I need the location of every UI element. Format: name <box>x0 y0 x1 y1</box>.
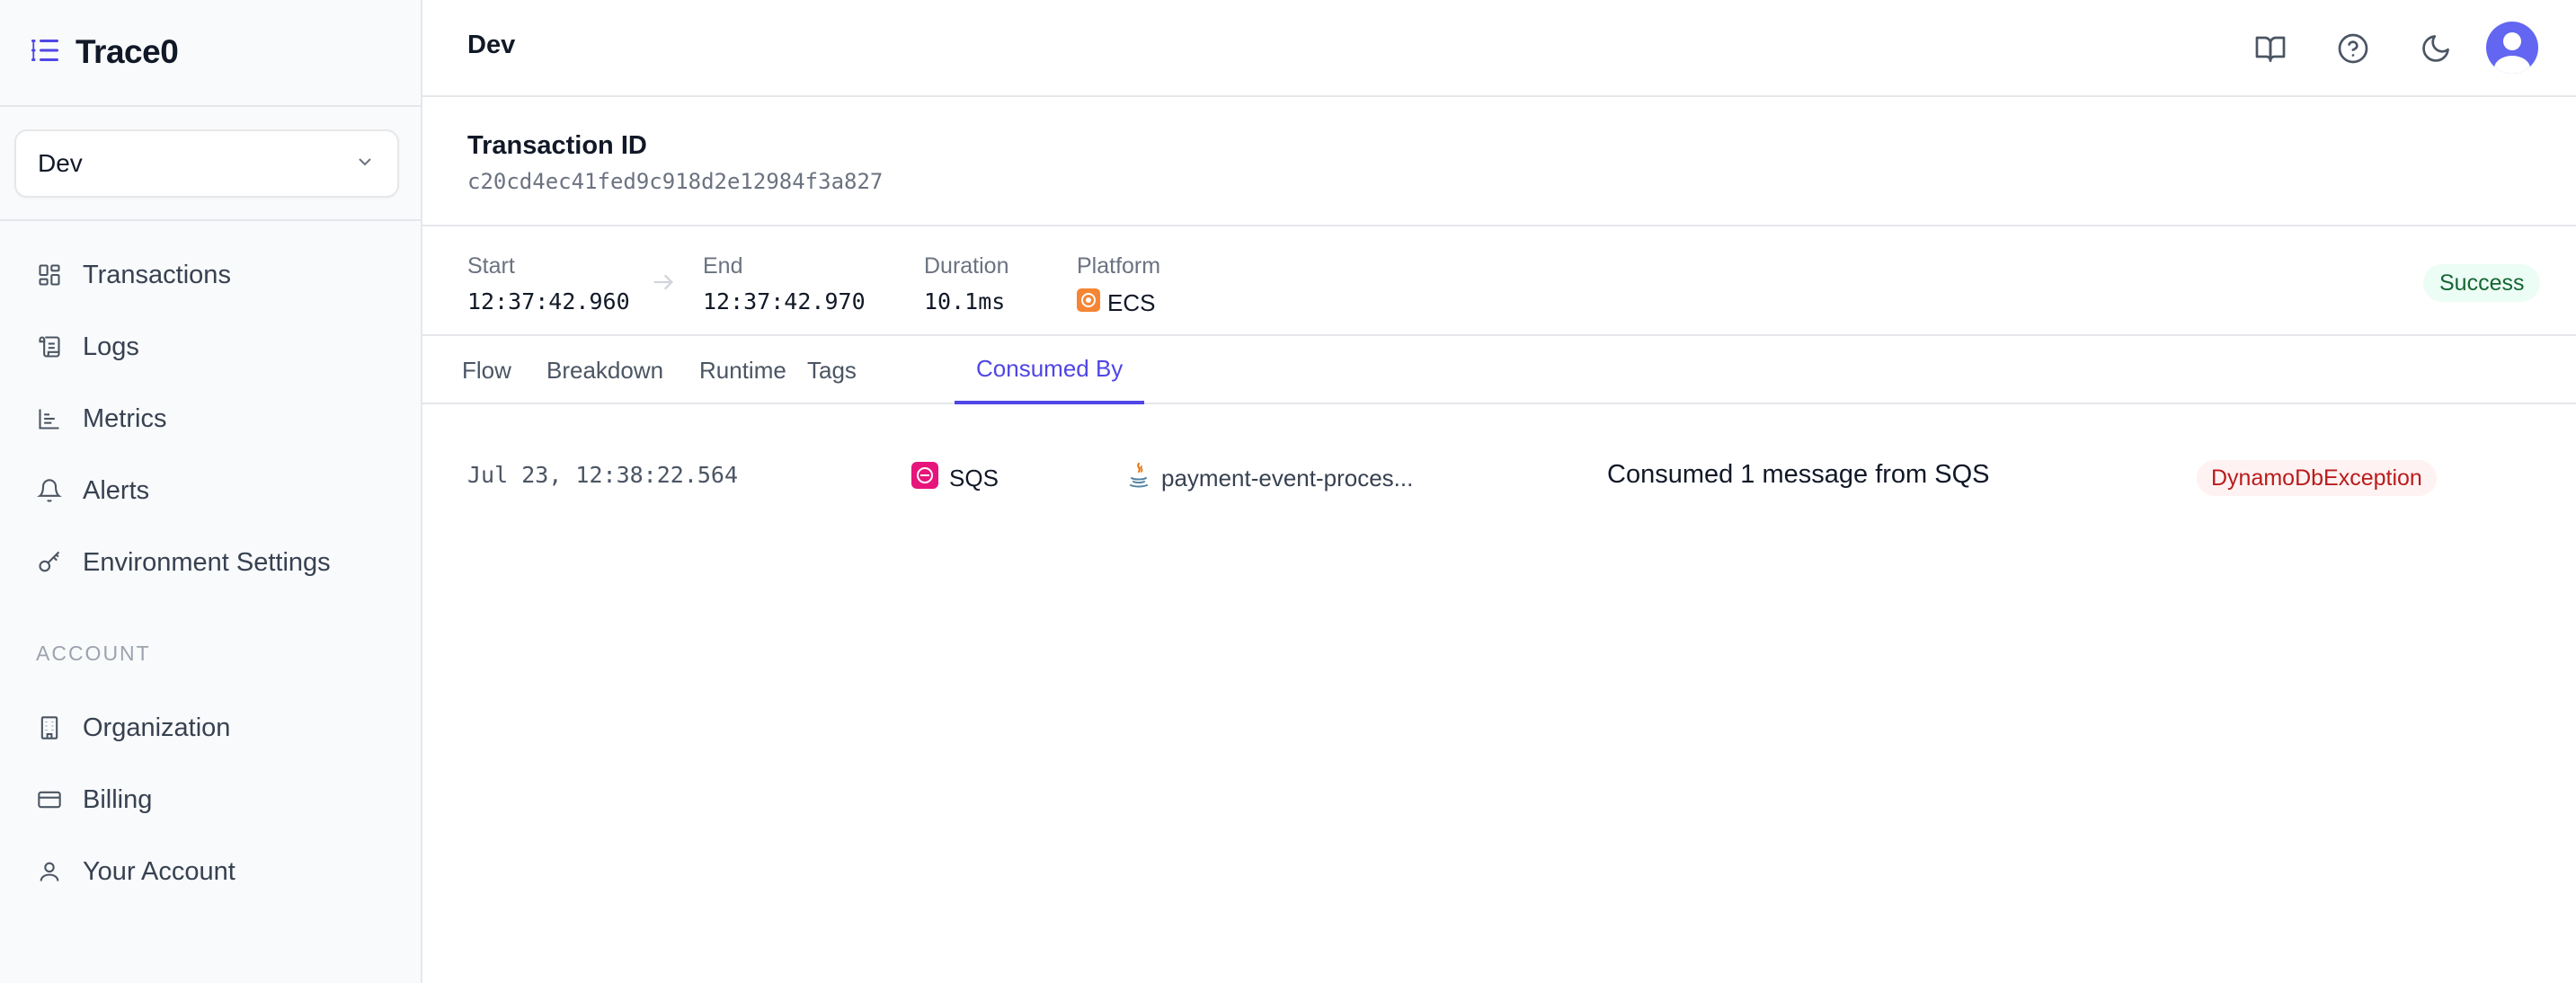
grid-icon <box>36 261 63 288</box>
help-icon[interactable] <box>2330 25 2376 72</box>
consumed-description: Consumed 1 message from SQS <box>1607 460 1990 489</box>
duration-value: 10.1ms <box>924 288 1006 314</box>
end-field: End 12:37:42.970 <box>703 253 866 314</box>
tab-consumed-by[interactable]: Consumed By <box>955 336 1145 404</box>
page-title: Dev <box>467 31 516 59</box>
brand-name: Trace0 <box>76 33 179 70</box>
book-icon[interactable] <box>2247 25 2294 72</box>
chevron-down-icon <box>354 151 376 177</box>
end-value: 12:37:42.970 <box>703 288 866 314</box>
sidebar-item-label: Organization <box>83 713 231 742</box>
java-icon <box>1127 462 1150 495</box>
sidebar-item-label: Your Account <box>83 856 235 886</box>
sidebar-divider <box>0 219 421 221</box>
sidebar-item-label: Metrics <box>83 403 167 433</box>
consumed-time: Jul 23, 12:38:22.564 <box>467 462 739 488</box>
brand[interactable]: Trace0 <box>29 31 179 74</box>
environment-select[interactable]: Dev <box>14 129 399 198</box>
consumed-service: SQS <box>911 462 999 495</box>
platform-value: ECS <box>1107 289 1156 316</box>
list-item[interactable]: Jul 23, 12:38:22.564 SQS payment-event-p… <box>422 440 2576 512</box>
app-root: Trace0 Dev Transactions Logs Metrics Ale… <box>0 0 2576 983</box>
start-value: 12:37:42.960 <box>467 288 630 314</box>
consumed-consumer: payment-event-proces... <box>1127 462 1413 495</box>
duration-label: Duration <box>924 253 1009 279</box>
building-icon <box>36 714 63 741</box>
sidebar-item-label: Transactions <box>83 260 231 289</box>
key-icon <box>36 549 63 576</box>
service-name: SQS <box>949 465 999 492</box>
top-bar: Dev <box>422 0 2576 97</box>
sidebar-item-label: Logs <box>83 332 139 361</box>
sidebar-item-label: Billing <box>83 784 153 814</box>
account-section-heading: ACCOUNT <box>36 642 151 665</box>
end-label: End <box>703 253 743 279</box>
avatar[interactable] <box>2486 22 2538 74</box>
duration-field: Duration 10.1ms <box>924 253 1009 314</box>
sidebar-item-billing[interactable]: Billing <box>20 773 401 827</box>
sidebar-item-logs[interactable]: Logs <box>20 320 401 374</box>
sidebar-item-alerts[interactable]: Alerts <box>20 464 401 518</box>
bar-chart-icon <box>36 405 63 432</box>
sidebar: Trace0 Dev Transactions Logs Metrics Ale… <box>0 0 422 983</box>
tab-bar: Flow Breakdown Runtime Tags Consumed By <box>422 336 2576 404</box>
error-badge[interactable]: DynamoDbException <box>2197 460 2437 496</box>
list-logo-icon <box>29 34 61 71</box>
transaction-header: Transaction ID c20cd4ec41fed9c918d2e1298… <box>422 97 2576 226</box>
start-field: Start 12:37:42.960 <box>467 253 630 314</box>
start-label: Start <box>467 253 515 279</box>
platform-value-row: ECS <box>1077 288 1160 318</box>
platform-field: Platform ECS <box>1077 253 1160 318</box>
consumer-name: payment-event-proces... <box>1161 465 1414 492</box>
tab-tags[interactable]: Tags <box>786 336 878 404</box>
scroll-icon <box>36 333 63 360</box>
sidebar-item-environment-settings[interactable]: Environment Settings <box>20 536 401 589</box>
sidebar-item-transactions[interactable]: Transactions <box>20 248 401 302</box>
main-content: Dev Transaction ID c20cd4ec41fed9c918d2e… <box>422 0 2576 983</box>
transaction-meta: Start 12:37:42.960 End 12:37:42.970 Dura… <box>422 226 2576 336</box>
credit-card-icon <box>36 786 63 813</box>
sqs-icon <box>911 462 938 495</box>
sidebar-item-label: Environment Settings <box>83 547 331 577</box>
transaction-id-value: c20cd4ec41fed9c918d2e12984f3a827 <box>467 169 884 194</box>
transaction-id-label: Transaction ID <box>467 131 647 160</box>
tab-breakdown[interactable]: Breakdown <box>525 336 685 404</box>
sidebar-item-your-account[interactable]: Your Account <box>20 845 401 899</box>
tab-flow[interactable]: Flow <box>440 336 533 404</box>
bell-icon <box>36 477 63 504</box>
sidebar-item-metrics[interactable]: Metrics <box>20 392 401 446</box>
platform-label: Platform <box>1077 253 1161 279</box>
environment-select-value: Dev <box>38 149 83 177</box>
sidebar-item-label: Alerts <box>83 475 150 505</box>
user-icon <box>36 858 63 885</box>
sidebar-divider <box>0 105 421 107</box>
ecs-icon <box>1077 288 1100 318</box>
moon-icon[interactable] <box>2412 25 2459 72</box>
arrow-right-icon <box>651 270 676 299</box>
sidebar-item-organization[interactable]: Organization <box>20 701 401 755</box>
status-badge: Success <box>2423 264 2541 302</box>
